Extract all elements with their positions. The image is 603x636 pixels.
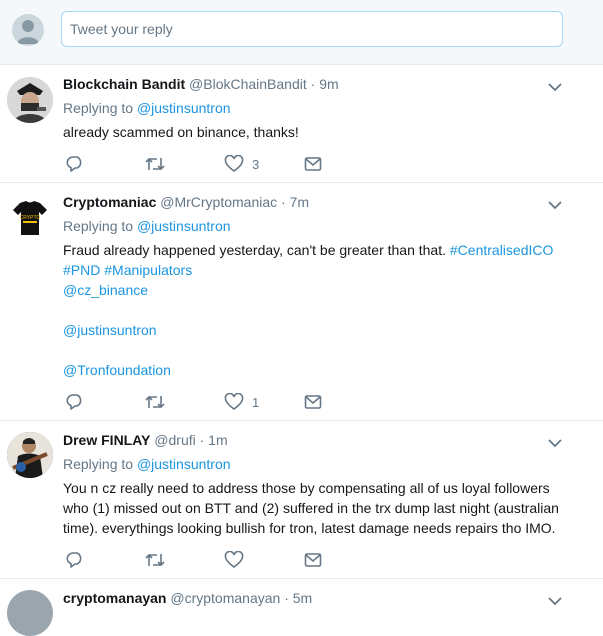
timestamp[interactable]: · 7m (281, 194, 309, 210)
avatar[interactable] (7, 77, 53, 123)
retweet-button[interactable] (144, 393, 166, 411)
avatar[interactable] (7, 590, 53, 636)
reply-button[interactable] (66, 393, 84, 411)
chevron-down-icon[interactable] (548, 82, 562, 92)
timestamp[interactable]: · 5m (284, 590, 312, 606)
direct-message-icon (304, 157, 322, 171)
replying-to: Replying to @justinsuntron (63, 456, 231, 472)
mention-link[interactable]: @Tronfoundation (63, 362, 171, 378)
retweet-button[interactable] (144, 551, 166, 569)
like-count: 3 (252, 157, 260, 172)
reply-icon (66, 156, 82, 172)
avatar-logo-text: CRYPTO (20, 215, 41, 221)
tweet-text: Fraud already happened yesterday, can't … (63, 240, 563, 380)
chevron-down-icon[interactable] (548, 596, 562, 606)
replying-mention[interactable]: @justinsuntron (137, 218, 231, 234)
retweet-icon (145, 395, 165, 409)
like-count: 1 (252, 395, 260, 410)
text-line: @cz_binance (63, 280, 563, 300)
reply-input[interactable] (61, 11, 563, 47)
text-line: @justinsuntron (63, 320, 563, 340)
reply-button[interactable] (66, 155, 84, 173)
heart-icon (224, 393, 244, 410)
chevron-down-icon[interactable] (548, 438, 562, 448)
display-name[interactable]: Blockchain Bandit (63, 76, 185, 92)
reply-icon (66, 552, 82, 568)
direct-message-button[interactable] (304, 155, 322, 173)
user-avatar[interactable] (12, 14, 44, 46)
text-line: @Tronfoundation (63, 360, 563, 380)
user-handle[interactable]: @cryptomanayan (170, 590, 280, 606)
direct-message-button[interactable] (304, 393, 322, 411)
tweet-text: already scammed on binance, thanks! (63, 124, 299, 140)
heart-icon (224, 155, 244, 172)
display-name[interactable]: Cryptomaniac (63, 194, 156, 210)
avatar[interactable]: CRYPTO (7, 195, 53, 241)
guitarist-avatar-icon (7, 432, 53, 478)
display-name[interactable]: cryptomanayan (63, 590, 166, 606)
text-line: Fraud already happened yesterday, can't … (63, 240, 563, 260)
like-button[interactable] (224, 155, 244, 173)
avatar[interactable] (7, 432, 53, 478)
chevron-down-icon[interactable] (548, 200, 562, 210)
replying-label: Replying to (63, 218, 134, 234)
timestamp[interactable]: · 1m (200, 432, 228, 448)
tweet-text: You n cz really need to address those by… (63, 480, 559, 536)
replying-to: Replying to @justinsuntron (63, 218, 231, 234)
tshirt-avatar-icon: CRYPTO (7, 195, 53, 241)
mention-link[interactable]: @justinsuntron (63, 322, 157, 338)
retweet-icon (145, 553, 165, 567)
replying-mention[interactable]: @justinsuntron (137, 456, 231, 472)
reply-composer (0, 0, 603, 65)
heart-icon (224, 551, 244, 568)
direct-message-icon (304, 553, 322, 567)
timestamp[interactable]: · 9m (311, 76, 339, 92)
tweet-item[interactable]: Blockchain Bandit @BlokChainBandit · 9m … (0, 65, 603, 183)
tweet-header: Drew FINLAY @drufi · 1m (63, 432, 228, 448)
text-fragment: Fraud already happened yesterday, can't … (63, 242, 446, 258)
hashtag-link[interactable]: #CentralisedICO (450, 242, 554, 258)
replying-label: Replying to (63, 100, 134, 116)
mention-link[interactable]: @cz_binance (63, 282, 148, 298)
replying-to: Replying to @justinsuntron (63, 100, 231, 116)
like-button[interactable] (224, 393, 244, 411)
replying-label: Replying to (63, 456, 134, 472)
text-line: #PND #Manipulators (63, 260, 563, 280)
tweet-header: Cryptomaniac @MrCryptomaniac · 7m (63, 194, 309, 210)
tweet-item[interactable]: Drew FINLAY @drufi · 1m Replying to @jus… (0, 421, 603, 579)
hashtag-link[interactable]: #PND (63, 262, 100, 278)
reply-icon (66, 394, 82, 410)
like-button[interactable] (224, 551, 244, 569)
retweet-button[interactable] (144, 155, 166, 173)
retweet-icon (145, 157, 165, 171)
bandit-avatar-icon (7, 77, 53, 123)
default-avatar-icon (17, 20, 39, 44)
replying-mention[interactable]: @justinsuntron (137, 100, 231, 116)
tweet-header: Blockchain Bandit @BlokChainBandit · 9m (63, 76, 339, 92)
tweet-header: cryptomanayan @cryptomanayan · 5m (63, 590, 312, 606)
direct-message-icon (304, 395, 322, 409)
hashtag-link[interactable]: #Manipulators (104, 262, 192, 278)
display-name[interactable]: Drew FINLAY (63, 432, 150, 448)
user-handle[interactable]: @BlokChainBandit (189, 76, 307, 92)
user-handle[interactable]: @MrCryptomaniac (160, 194, 277, 210)
user-handle[interactable]: @drufi (154, 432, 195, 448)
tweet-item[interactable]: CRYPTO Cryptomaniac @MrCryptomaniac · 7m… (0, 183, 603, 421)
reply-button[interactable] (66, 551, 84, 569)
tweet-item[interactable]: cryptomanayan @cryptomanayan · 5m (0, 579, 603, 636)
direct-message-button[interactable] (304, 551, 322, 569)
